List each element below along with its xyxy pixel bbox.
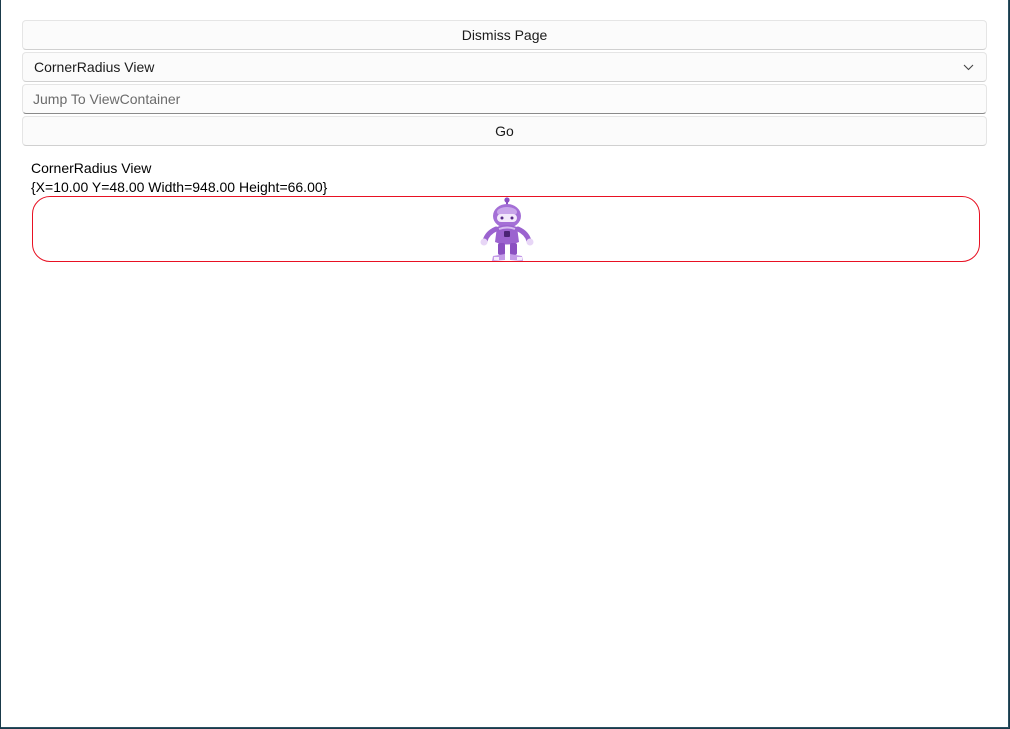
dismiss-page-button[interactable]: Dismiss Page <box>22 20 987 50</box>
dotnet-bot-image <box>480 197 534 261</box>
view-picker-selected: CornerRadius View <box>34 59 155 75</box>
corner-radius-view <box>32 196 980 262</box>
chevron-down-icon <box>962 61 974 73</box>
view-bounds: {X=10.00 Y=48.00 Width=948.00 Height=66.… <box>31 179 328 195</box>
jump-to-container-input[interactable]: Jump To ViewContainer <box>22 84 987 114</box>
go-label: Go <box>495 123 514 139</box>
view-picker[interactable]: CornerRadius View <box>22 52 987 82</box>
dismiss-page-label: Dismiss Page <box>461 27 548 43</box>
app-window: Dismiss Page CornerRadius View Jump To V… <box>1 0 1009 728</box>
jump-to-container-placeholder: Jump To ViewContainer <box>33 91 181 107</box>
go-button[interactable]: Go <box>22 116 987 146</box>
view-title: CornerRadius View <box>31 160 152 176</box>
